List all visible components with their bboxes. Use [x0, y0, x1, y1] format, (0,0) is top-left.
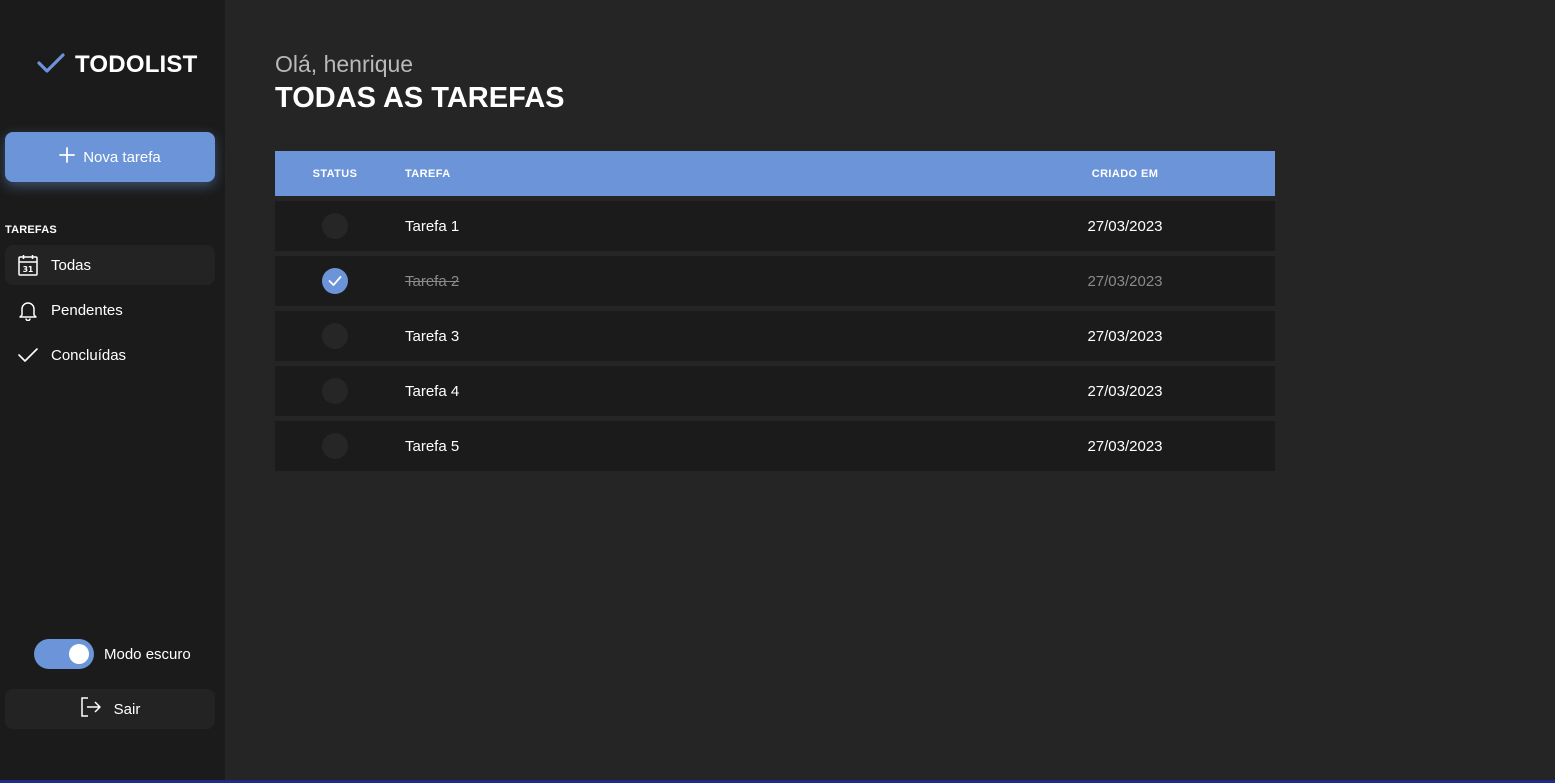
task-created-date: 27/03/2023 — [1087, 382, 1163, 400]
sidebar-item-label: Concluídas — [51, 346, 127, 364]
new-task-label: Nova tarefa — [83, 148, 161, 166]
dark-mode-row: Modo escuro — [34, 639, 191, 669]
svg-text:31: 31 — [23, 265, 33, 274]
status-checkbox[interactable] — [322, 323, 348, 349]
header-task: TAREFA — [405, 167, 451, 180]
check-icon — [17, 344, 39, 366]
logout-button[interactable]: Sair — [5, 689, 215, 729]
table-header: STATUS TAREFA CRIADO EM — [275, 151, 1275, 196]
status-checkbox[interactable] — [322, 213, 348, 239]
logout-label: Sair — [113, 700, 141, 718]
task-name: Tarefa 1 — [405, 217, 460, 235]
task-created-date: 27/03/2023 — [1087, 272, 1163, 290]
logout-icon — [80, 697, 102, 721]
page-title: TODAS AS TAREFAS — [275, 82, 565, 114]
table-row[interactable]: Tarefa 2 27/03/2023 — [275, 256, 1275, 306]
dark-mode-toggle[interactable] — [34, 639, 94, 669]
status-checkbox[interactable] — [322, 268, 348, 294]
sidebar-item-todas[interactable]: 31 Todas — [5, 245, 215, 285]
task-created-date: 27/03/2023 — [1087, 327, 1163, 345]
check-icon — [328, 276, 342, 286]
sidebar: TODOLIST Nova tarefa TAREFAS 31 Todas Pe… — [0, 0, 225, 780]
new-task-button[interactable]: Nova tarefa — [5, 132, 215, 182]
app-name: TODOLIST — [75, 51, 198, 78]
table-row[interactable]: Tarefa 3 27/03/2023 — [275, 311, 1275, 361]
toggle-knob — [69, 644, 89, 664]
table-row[interactable]: Tarefa 5 27/03/2023 — [275, 421, 1275, 471]
tasks-section-title: TAREFAS — [5, 224, 57, 236]
sidebar-item-pendentes[interactable]: Pendentes — [5, 290, 215, 330]
task-created-date: 27/03/2023 — [1087, 437, 1163, 455]
app-logo: TODOLIST — [37, 51, 198, 79]
tasks-table: STATUS TAREFA CRIADO EM Tarefa 1 27/03/2… — [275, 151, 1275, 471]
task-name: Tarefa 4 — [405, 382, 460, 400]
bell-icon — [17, 299, 39, 321]
header-created: CRIADO EM — [1091, 167, 1159, 180]
header-status: STATUS — [312, 167, 358, 180]
status-checkbox[interactable] — [322, 433, 348, 459]
table-row[interactable]: Tarefa 1 27/03/2023 — [275, 201, 1275, 251]
sidebar-item-concluidas[interactable]: Concluídas — [5, 335, 215, 375]
check-logo-icon — [37, 52, 65, 79]
table-row[interactable]: Tarefa 4 27/03/2023 — [275, 366, 1275, 416]
plus-icon — [59, 147, 76, 167]
task-name: Tarefa 3 — [405, 327, 460, 345]
greeting: Olá, henrique — [275, 51, 414, 77]
sidebar-item-label: Todas — [51, 256, 92, 274]
dark-mode-label: Modo escuro — [104, 645, 191, 663]
task-created-date: 27/03/2023 — [1087, 217, 1163, 235]
calendar-icon: 31 — [17, 254, 39, 276]
app-root: TODOLIST Nova tarefa TAREFAS 31 Todas Pe… — [0, 0, 1555, 783]
status-checkbox[interactable] — [322, 378, 348, 404]
task-name: Tarefa 2 — [405, 272, 460, 290]
sidebar-item-label: Pendentes — [51, 301, 123, 319]
task-name: Tarefa 5 — [405, 437, 460, 455]
sidebar-nav: 31 Todas Pendentes Concluídas — [5, 245, 215, 380]
